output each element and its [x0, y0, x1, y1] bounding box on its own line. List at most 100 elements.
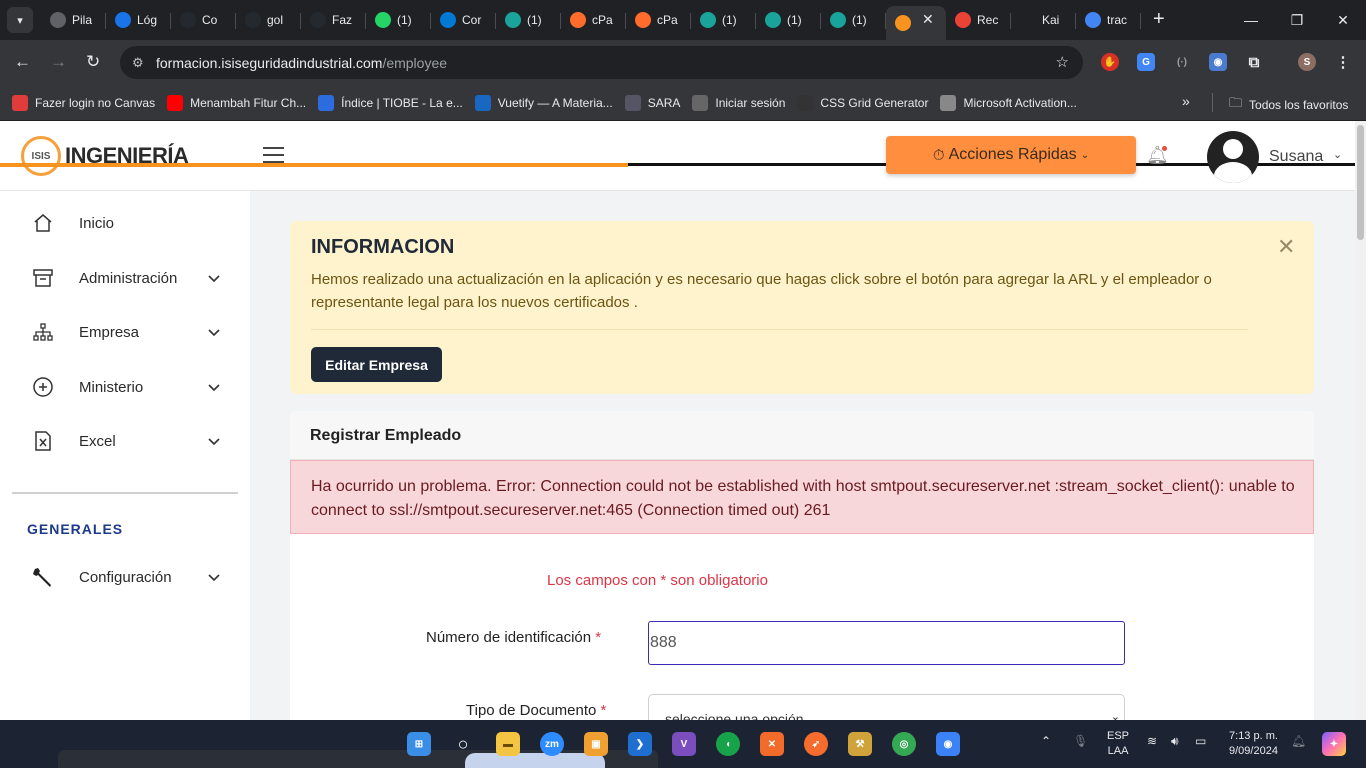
url-text: formacion.isiseguridadindustrial.com/emp…: [156, 54, 448, 71]
page-scrollbar[interactable]: [1355, 121, 1366, 720]
sidebar-item-excel[interactable]: Excel: [0, 421, 250, 461]
browser-tab-active[interactable]: [886, 6, 946, 40]
bookmark-item[interactable]: CSS Grid Generator: [797, 94, 928, 111]
browser-tab[interactable]: (1): [756, 4, 821, 36]
tray-overflow-icon[interactable]: ⌃: [1041, 734, 1051, 748]
tab-search-button[interactable]: ▾: [7, 7, 33, 33]
bookmarks-divider: [1212, 93, 1213, 112]
profile-avatar-icon[interactable]: S: [1298, 53, 1316, 71]
browser-tab[interactable]: Faz: [301, 4, 366, 36]
more-bookmarks-icon[interactable]: »: [1182, 93, 1190, 109]
app-orange-icon[interactable]: ▣: [584, 732, 608, 756]
sidebar-item-empresa[interactable]: Empresa: [0, 312, 250, 352]
browser-tab[interactable]: Co: [171, 4, 236, 36]
bookmark-item[interactable]: Fazer login no Canvas: [12, 94, 155, 111]
browser-tab-label: Lóg: [137, 13, 158, 27]
xampp-icon[interactable]: ✕: [760, 732, 784, 756]
browser-tab[interactable]: trac: [1076, 4, 1141, 36]
search-icon[interactable]: ○: [451, 732, 475, 756]
bookmark-item[interactable]: Vuetify — A Materia...: [474, 94, 613, 111]
browser-tab[interactable]: (1): [821, 4, 886, 36]
volume-icon[interactable]: 🔊︎: [1171, 734, 1179, 749]
github-icon: [310, 12, 326, 28]
restore-button[interactable]: ❐: [1274, 0, 1320, 40]
back-button[interactable]: ←: [14, 52, 31, 72]
app-green-icon[interactable]: ◖: [716, 732, 740, 756]
browser-tab[interactable]: Kai: [1011, 4, 1076, 36]
error-alert: Ha ocurrido un problema. Error: Connecti…: [290, 460, 1314, 534]
screen-capture-extension-icon[interactable]: ◉: [1209, 53, 1227, 71]
chevron-down-icon: [206, 324, 222, 340]
browser-tab[interactable]: gol: [236, 4, 301, 36]
file-explorer-icon[interactable]: ▬: [496, 732, 520, 756]
edit-company-button[interactable]: Editar Empresa: [311, 347, 442, 382]
bookmark-item[interactable]: Microsoft Activation...: [940, 94, 1077, 111]
browser-tab-label: cPa: [592, 13, 613, 27]
scroll-thumb[interactable]: [1357, 125, 1364, 240]
forward-button[interactable]: →: [50, 52, 67, 72]
camera-app-icon[interactable]: ◉: [936, 732, 960, 756]
copilot-icon[interactable]: ✦: [1322, 732, 1346, 756]
document-type-select[interactable]: seleccione una opción ⌄: [648, 694, 1125, 720]
web-page: ISIS INGENIERÍA ⏱ Acciones Rápidas ⌄ 🔔︎ …: [0, 121, 1355, 720]
close-icon[interactable]: ✕: [1277, 234, 1295, 260]
sidebar-item-configuracion[interactable]: Configuración: [0, 557, 250, 597]
start-button-icon[interactable]: ⊞: [407, 732, 431, 756]
battery-icon[interactable]: ▭: [1195, 734, 1206, 748]
bookmark-label: Microsoft Activation...: [963, 95, 1077, 110]
browser-tab[interactable]: Lóg: [106, 4, 171, 36]
visual-studio-icon[interactable]: V: [672, 732, 696, 756]
quick-actions-button[interactable]: ⏱ Acciones Rápidas ⌄: [886, 136, 1136, 174]
vscode-icon[interactable]: ❯: [628, 732, 652, 756]
system-clock[interactable]: 7:13 p. m. 9/09/2024: [1229, 729, 1278, 759]
minimize-button[interactable]: —: [1228, 0, 1274, 40]
browser-tab[interactable]: cPa: [626, 4, 691, 36]
app-tools-icon[interactable]: ⚒: [848, 732, 872, 756]
github-icon: [180, 12, 196, 28]
microphone-icon[interactable]: 🎙︎: [1073, 734, 1088, 748]
extension-stop-icon[interactable]: ✋: [1101, 53, 1119, 71]
user-name[interactable]: Susana: [1269, 148, 1323, 166]
browser-tab[interactable]: (1): [366, 4, 431, 36]
extensions-puzzle-icon[interactable]: ⧉: [1245, 53, 1263, 71]
language-indicator[interactable]: ESP LAA: [1107, 729, 1129, 759]
chrome-menu-icon[interactable]: ⋮: [1334, 53, 1352, 71]
bookmark-star-icon[interactable]: ☆: [1056, 53, 1069, 71]
extension-brackets-icon[interactable]: (·): [1173, 53, 1191, 71]
browser-tab[interactable]: Pila: [41, 4, 106, 36]
bookmark-item[interactable]: Iniciar sesión: [692, 94, 785, 111]
bookmark-item[interactable]: Menambah Fitur Ch...: [167, 94, 306, 111]
app-logo[interactable]: ISIS INGENIERÍA: [21, 136, 189, 176]
translate-extension-icon[interactable]: G: [1137, 53, 1155, 71]
browser-toolbar: ← → ↻ ⚙ formacion.isiseguridadindustrial…: [0, 40, 1366, 85]
wifi-icon[interactable]: ≋: [1147, 734, 1157, 748]
user-menu-chevron-icon[interactable]: ⌄: [1333, 148, 1342, 161]
new-tab-button[interactable]: +: [1153, 8, 1165, 31]
bookmarks-bar: Fazer login no Canvas Menambah Fitur Ch..…: [0, 85, 1366, 120]
sidebar-item-administracion[interactable]: Administración: [0, 258, 250, 298]
window-close-button[interactable]: ✕: [1320, 0, 1366, 40]
bookmark-item[interactable]: Índice | TIOBE - La e...: [318, 94, 463, 111]
postman-icon[interactable]: ➶: [804, 732, 828, 756]
site-info-icon[interactable]: ⚙: [132, 55, 150, 71]
user-avatar[interactable]: [1207, 131, 1259, 183]
chrome-icon[interactable]: ◎: [892, 732, 916, 756]
id-number-input[interactable]: [648, 621, 1125, 665]
browser-tab[interactable]: cPa: [561, 4, 626, 36]
close-tab-icon[interactable]: ✕: [922, 11, 934, 28]
all-favorites-folder[interactable]: 🗀 Todos los favoritos: [1229, 94, 1348, 116]
sidebar-item-ministerio[interactable]: Ministerio: [0, 367, 250, 407]
browser-tab[interactable]: (1): [496, 4, 561, 36]
sidebar-item-inicio[interactable]: Inicio: [0, 203, 250, 243]
reload-button[interactable]: ↻: [86, 52, 100, 72]
browser-tab[interactable]: (1): [691, 4, 756, 36]
menu-toggle-icon[interactable]: [263, 147, 284, 163]
bookmark-favicon-icon: [12, 94, 28, 111]
browser-tab[interactable]: Cor: [431, 4, 496, 36]
chevron-down-icon: [206, 433, 222, 449]
zoom-icon[interactable]: zm: [540, 732, 564, 756]
address-bar[interactable]: ⚙ formacion.isiseguridadindustrial.com/e…: [120, 46, 1083, 79]
bookmark-item[interactable]: SARA: [624, 94, 680, 111]
browser-tab[interactable]: Rec: [946, 4, 1011, 36]
notifications-icon[interactable]: 🔔︎: [1291, 734, 1306, 748]
